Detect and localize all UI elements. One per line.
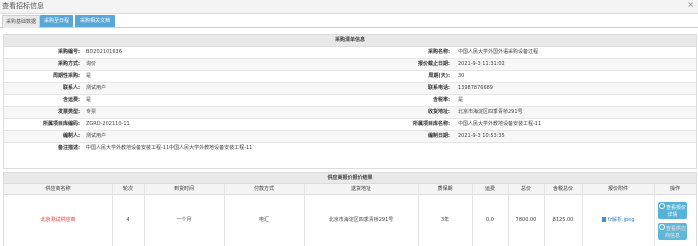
- field-label: 含运费:: [63, 97, 80, 103]
- procurement-info-header: 采购清单信息: [4, 35, 696, 47]
- field-value: 2021-9-3 11:31:02: [458, 61, 505, 67]
- field-label: 联系人:: [63, 85, 80, 91]
- attachment-name[interactable]: fz解析.jpeg: [608, 217, 635, 223]
- field-label: 所属项目库编码:: [42, 121, 80, 127]
- col-actions: 操作: [669, 186, 680, 192]
- field-value: 2021-9-3 10:53:35: [458, 133, 505, 139]
- tab-basic-data[interactable]: 采购基础数据: [2, 15, 40, 28]
- table-row: 北京测试供应商 4 一个月 电汇 北京市海淀区四季青桥291号 3年 0.0 7…: [4, 195, 696, 246]
- image-file-icon: [601, 217, 606, 222]
- field-label: 含税率:: [433, 97, 450, 103]
- field-value: 是: [86, 97, 92, 103]
- field-label: 采购编号:: [58, 49, 80, 55]
- col-total-tax: 含税总价: [552, 186, 573, 192]
- field-label: 采购名称:: [428, 49, 450, 55]
- col-address: 送货地址: [350, 186, 371, 192]
- info-row: 联系人: 测试用户 联系电话: 13987876689: [4, 83, 696, 95]
- field-label: 报价截止日期:: [417, 61, 450, 67]
- field-value: 专票: [86, 109, 97, 115]
- field-label: 编制人:: [63, 133, 80, 139]
- info-row: 周期性采购: 是 周期(天): 30: [4, 71, 696, 83]
- warranty-value: 3年: [440, 217, 450, 223]
- total-tax-value: 8125.00: [552, 217, 574, 223]
- field-value: 13987876689: [458, 85, 493, 91]
- tab-bar: 采购基础数据 采购至日程 采购相关文档: [0, 14, 698, 28]
- procurement-info-panel: 采购清单信息 采购编号: BD202101636 采购名称: 中国人民大学外国外…: [3, 34, 697, 169]
- col-attachment: 报价附件: [607, 186, 628, 192]
- field-label: 收货地址:: [428, 109, 450, 115]
- col-freight: 运费: [484, 186, 495, 192]
- info-row: 采购方式: 询价 报价截止日期: 2021-9-3 11:31:02: [4, 59, 696, 71]
- field-label: 周期(天):: [428, 73, 450, 79]
- info-row: 所属项目库编码: ZGRD-202110-11 所属项目库名称: 中国人民大学外…: [4, 119, 696, 131]
- field-label: 联系电话:: [428, 85, 450, 91]
- search-icon: [658, 224, 665, 230]
- field-value: 测试用户: [86, 133, 107, 139]
- address-value: 北京市海淀区四季青桥291号: [328, 217, 394, 223]
- field-label: 采购方式:: [58, 61, 80, 67]
- field-value: 中国人民大学外教地设备安装工程-11: [458, 121, 542, 127]
- supplier-name[interactable]: 北京测试供应商: [4, 195, 112, 246]
- search-icon: [658, 203, 665, 209]
- delivery-value: 一个月: [176, 217, 192, 223]
- field-value: 30: [458, 73, 465, 79]
- field-value: 测试用户: [86, 85, 107, 91]
- window-title: 查看招标信息: [2, 2, 44, 10]
- info-row: 发票类型: 专票 收货地址: 北京市海淀区四季青桥291号: [4, 107, 696, 119]
- view-quote-detail-button[interactable]: 查看报价详情: [658, 202, 687, 219]
- payment-value: 电汇: [258, 217, 269, 223]
- view-quote-detail-label: 查看报价详情: [665, 205, 686, 218]
- col-payment: 付款方式: [253, 186, 274, 192]
- remark-value: 中国人民大学外教地设备安装工程-11中国人民大学外教地设备安装工程-11: [86, 145, 253, 151]
- field-label: 周期性采购:: [52, 73, 80, 79]
- tab-documents[interactable]: 采购相关文档: [75, 15, 115, 27]
- info-row: 编制人: 测试用户 编制日期: 2021-9-3 10:53:35: [4, 131, 696, 143]
- tab-schedule[interactable]: 采购至日程: [40, 15, 73, 27]
- field-value: 是: [458, 97, 464, 103]
- col-round: 轮次: [122, 186, 133, 192]
- col-supplier: 供应商名称: [45, 186, 71, 192]
- field-value: 中国人民大学外国外语采购设备过程: [458, 49, 539, 55]
- freight-value: 0.0: [486, 217, 494, 223]
- info-row: 采购编号: BD202101636 采购名称: 中国人民大学外国外语采购设备过程: [4, 47, 696, 59]
- total-value: 7800.00: [515, 217, 537, 223]
- field-label: 编制日期:: [428, 133, 450, 139]
- field-value: 北京市海淀区四季青桥291号: [458, 109, 523, 115]
- close-icon[interactable]: ×: [687, 0, 694, 9]
- view-supplier-info-label: 查看供应商信息: [664, 226, 686, 239]
- quote-results-panel: 供应商报价报价结果 供应商名称 轮次 到货时间 付款方式 送货地址 质保期 运费…: [3, 172, 697, 246]
- quote-results-header: 供应商报价报价结果: [4, 173, 696, 184]
- col-total: 总价: [520, 186, 531, 192]
- field-value: ZGRD-202110-11: [86, 121, 130, 127]
- quote-table-header: 供应商名称 轮次 到货时间 付款方式 送货地址 质保期 运费 总价 含税总价 报…: [4, 184, 696, 195]
- window-titlebar: 查看招标信息 ×: [0, 0, 698, 14]
- col-delivery: 到货时间: [173, 186, 194, 192]
- field-label: 发票类型:: [58, 109, 80, 115]
- field-value: 询价: [86, 61, 97, 67]
- round-value: 4: [126, 217, 130, 223]
- field-value: 是: [86, 73, 92, 79]
- col-warranty: 质保期: [437, 186, 453, 192]
- view-supplier-info-button[interactable]: 查看供应商信息: [658, 223, 687, 240]
- field-label: 所属项目库名称:: [412, 121, 450, 127]
- remark-label: 备注描述:: [58, 145, 80, 151]
- remark-row: 备注描述: 中国人民大学外教地设备安装工程-11中国人民大学外教地设备安装工程-…: [4, 143, 696, 154]
- attachment-link[interactable]: fz解析.jpeg: [582, 195, 654, 246]
- field-value: BD202101636: [86, 49, 122, 55]
- info-row: 含运费: 是 含税率: 是: [4, 95, 696, 107]
